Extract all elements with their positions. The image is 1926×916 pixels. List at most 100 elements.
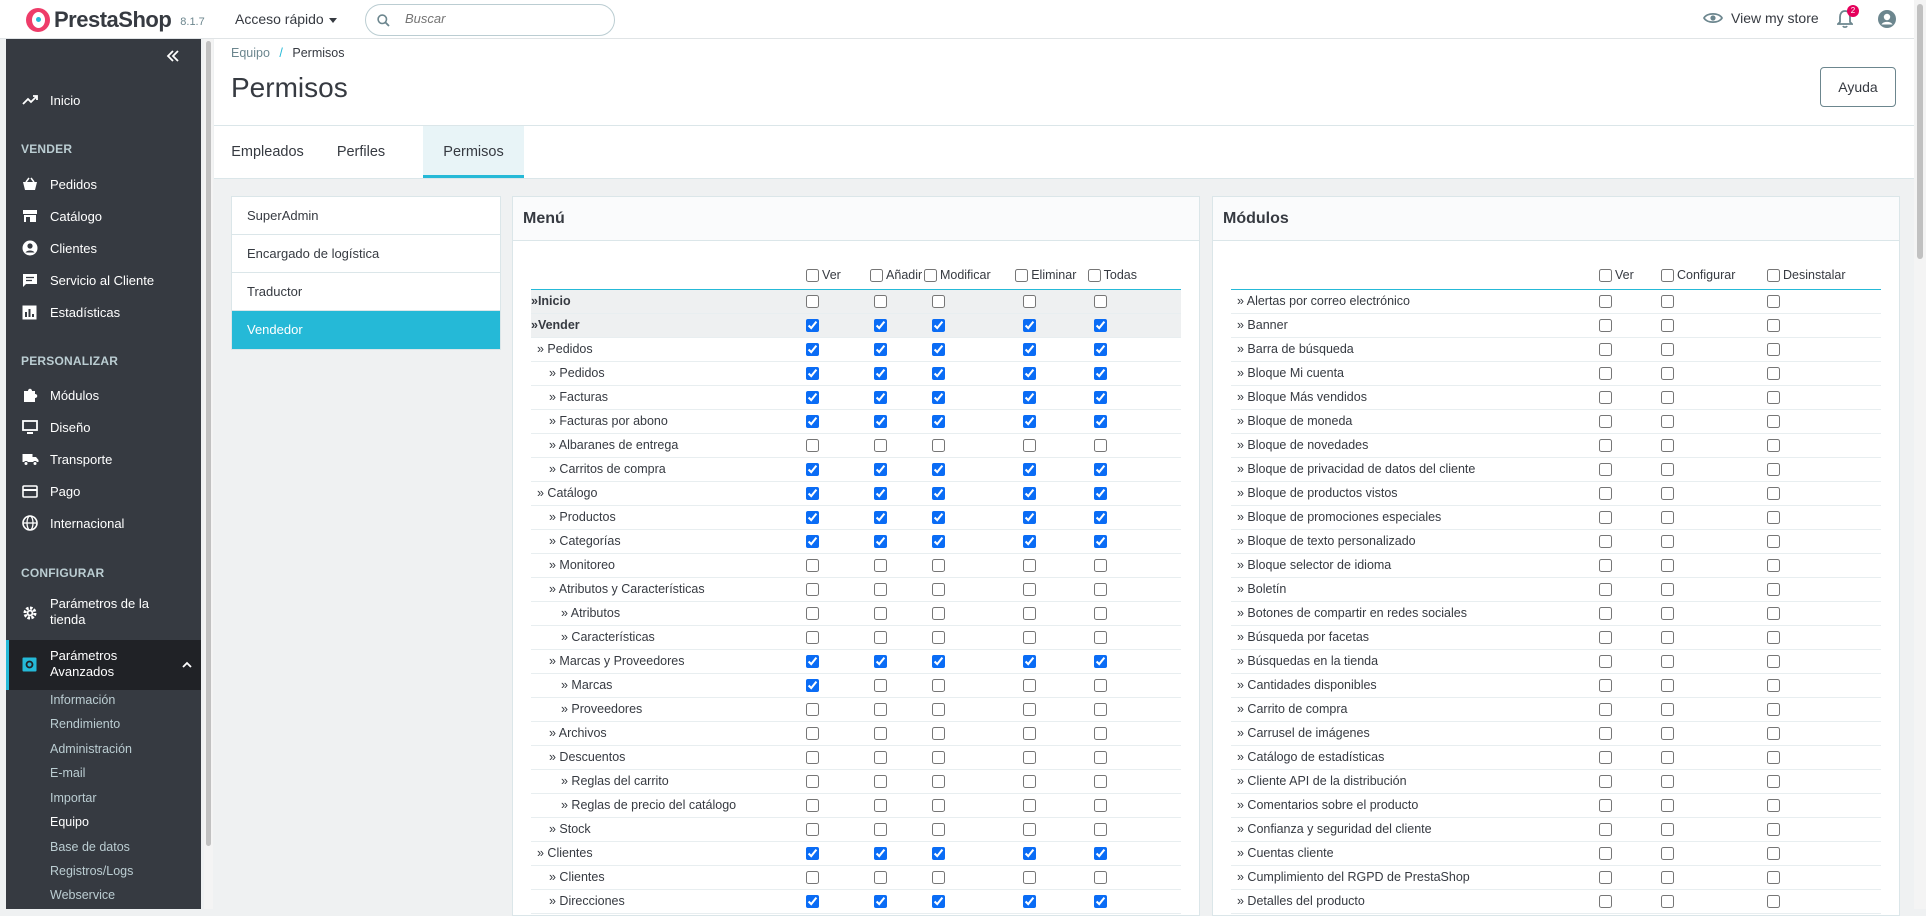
notifications-button[interactable]: 2 (1835, 5, 1859, 34)
permission-checkbox[interactable] (806, 895, 820, 909)
permission-checkbox[interactable] (1599, 439, 1612, 453)
permission-checkbox[interactable] (874, 775, 887, 789)
permission-checkbox[interactable] (1023, 679, 1037, 693)
permission-checkbox[interactable] (1023, 895, 1037, 909)
modules-column-toggle[interactable]: Ver (1599, 268, 1634, 282)
permission-checkbox[interactable] (1023, 751, 1037, 765)
profile-item-active[interactable]: Vendedor (232, 311, 500, 349)
sidebar-item-transporte[interactable]: Transporte (6, 448, 201, 470)
permission-checkbox[interactable] (1094, 343, 1108, 357)
permission-checkbox[interactable] (874, 535, 887, 549)
permission-checkbox[interactable] (806, 343, 820, 357)
permission-checkbox[interactable] (931, 295, 945, 309)
permission-checkbox[interactable] (1023, 439, 1037, 453)
permission-checkbox[interactable] (1094, 775, 1108, 789)
menu-column-toggle[interactable]: Añadir (870, 268, 922, 282)
permission-checkbox[interactable] (1661, 871, 1674, 885)
permission-checkbox[interactable] (1767, 607, 1780, 621)
permission-checkbox[interactable] (874, 631, 887, 645)
permission-checkbox[interactable] (1661, 367, 1674, 381)
permission-checkbox[interactable] (1599, 295, 1612, 309)
permission-checkbox[interactable] (1023, 871, 1037, 885)
sidebar-subitem-email[interactable]: E-mail (50, 766, 85, 780)
select-all-checkbox[interactable] (1087, 268, 1101, 282)
sidebar-subitem-base-de-datos[interactable]: Base de datos (50, 840, 130, 854)
permission-checkbox[interactable] (1023, 367, 1037, 381)
select-all-checkbox[interactable] (923, 268, 937, 282)
permission-checkbox[interactable] (931, 367, 945, 381)
permission-checkbox[interactable] (1094, 703, 1108, 717)
profile-item[interactable]: Encargado de logística (232, 235, 500, 273)
permission-checkbox[interactable] (1767, 391, 1780, 405)
permission-checkbox[interactable] (806, 775, 820, 789)
permission-checkbox[interactable] (806, 727, 820, 741)
permission-checkbox[interactable] (874, 583, 887, 597)
permission-checkbox[interactable] (1767, 295, 1780, 309)
permission-checkbox[interactable] (1094, 511, 1108, 525)
permission-checkbox[interactable] (1767, 895, 1780, 909)
permission-checkbox[interactable] (874, 439, 887, 453)
permission-checkbox[interactable] (1599, 895, 1612, 909)
permission-checkbox[interactable] (931, 871, 945, 885)
permission-checkbox[interactable] (874, 463, 887, 477)
permission-checkbox[interactable] (806, 367, 820, 381)
permission-checkbox[interactable] (874, 319, 887, 333)
permission-checkbox[interactable] (1661, 727, 1674, 741)
permission-checkbox[interactable] (1023, 535, 1037, 549)
permission-checkbox[interactable] (1599, 319, 1612, 333)
permission-checkbox[interactable] (1599, 583, 1612, 597)
permission-checkbox[interactable] (931, 727, 945, 741)
prestashop-logo[interactable]: PrestaShop 8.1.7 (26, 7, 205, 33)
permission-checkbox[interactable] (1094, 823, 1108, 837)
collapse-sidebar-button[interactable] (166, 49, 180, 67)
permission-checkbox[interactable] (1599, 703, 1612, 717)
permission-checkbox[interactable] (1023, 775, 1037, 789)
permission-checkbox[interactable] (874, 703, 887, 717)
select-all-checkbox[interactable] (806, 268, 820, 282)
permission-checkbox[interactable] (931, 679, 945, 693)
permission-checkbox[interactable] (1599, 775, 1612, 789)
permission-checkbox[interactable] (931, 343, 945, 357)
permission-checkbox[interactable] (1661, 487, 1674, 501)
permission-checkbox[interactable] (931, 487, 945, 501)
permission-checkbox[interactable] (806, 415, 820, 429)
permission-checkbox[interactable] (1599, 391, 1612, 405)
permission-checkbox[interactable] (1767, 823, 1780, 837)
permission-checkbox[interactable] (1661, 703, 1674, 717)
tab-perfiles[interactable]: Perfiles (321, 126, 401, 178)
profile-item[interactable]: SuperAdmin (232, 197, 500, 235)
permission-checkbox[interactable] (1094, 367, 1108, 381)
permission-checkbox[interactable] (1661, 535, 1674, 549)
permission-checkbox[interactable] (1767, 463, 1780, 477)
permission-checkbox[interactable] (1767, 583, 1780, 597)
permission-checkbox[interactable] (1661, 319, 1674, 333)
permission-checkbox[interactable] (1661, 391, 1674, 405)
permission-checkbox[interactable] (1599, 487, 1612, 501)
permission-checkbox[interactable] (806, 559, 820, 573)
permission-checkbox[interactable] (1023, 295, 1037, 309)
permission-checkbox[interactable] (931, 703, 945, 717)
permission-checkbox[interactable] (1661, 559, 1674, 573)
permission-checkbox[interactable] (1094, 655, 1108, 669)
permission-checkbox[interactable] (931, 631, 945, 645)
sidebar-subitem-importar[interactable]: Importar (50, 791, 97, 805)
permission-checkbox[interactable] (1094, 391, 1108, 405)
view-store-link[interactable]: View my store (1703, 10, 1819, 26)
permission-checkbox[interactable] (1094, 487, 1108, 501)
breadcrumb-parent[interactable]: Equipo (231, 46, 270, 60)
sidebar-subitem-rendimiento[interactable]: Rendimiento (50, 717, 120, 731)
permission-checkbox[interactable] (874, 559, 887, 573)
permission-checkbox[interactable] (1023, 799, 1037, 813)
profile-item[interactable]: Traductor (232, 273, 500, 311)
permission-checkbox[interactable] (806, 751, 820, 765)
permission-checkbox[interactable] (1767, 487, 1780, 501)
permission-checkbox[interactable] (806, 679, 820, 693)
permission-checkbox[interactable] (1023, 391, 1037, 405)
permission-checkbox[interactable] (931, 607, 945, 621)
permission-checkbox[interactable] (874, 871, 887, 885)
permission-checkbox[interactable] (806, 535, 820, 549)
permission-checkbox[interactable] (931, 511, 945, 525)
permission-checkbox[interactable] (1661, 511, 1674, 525)
permission-checkbox[interactable] (1661, 607, 1674, 621)
search-box[interactable] (365, 4, 615, 36)
